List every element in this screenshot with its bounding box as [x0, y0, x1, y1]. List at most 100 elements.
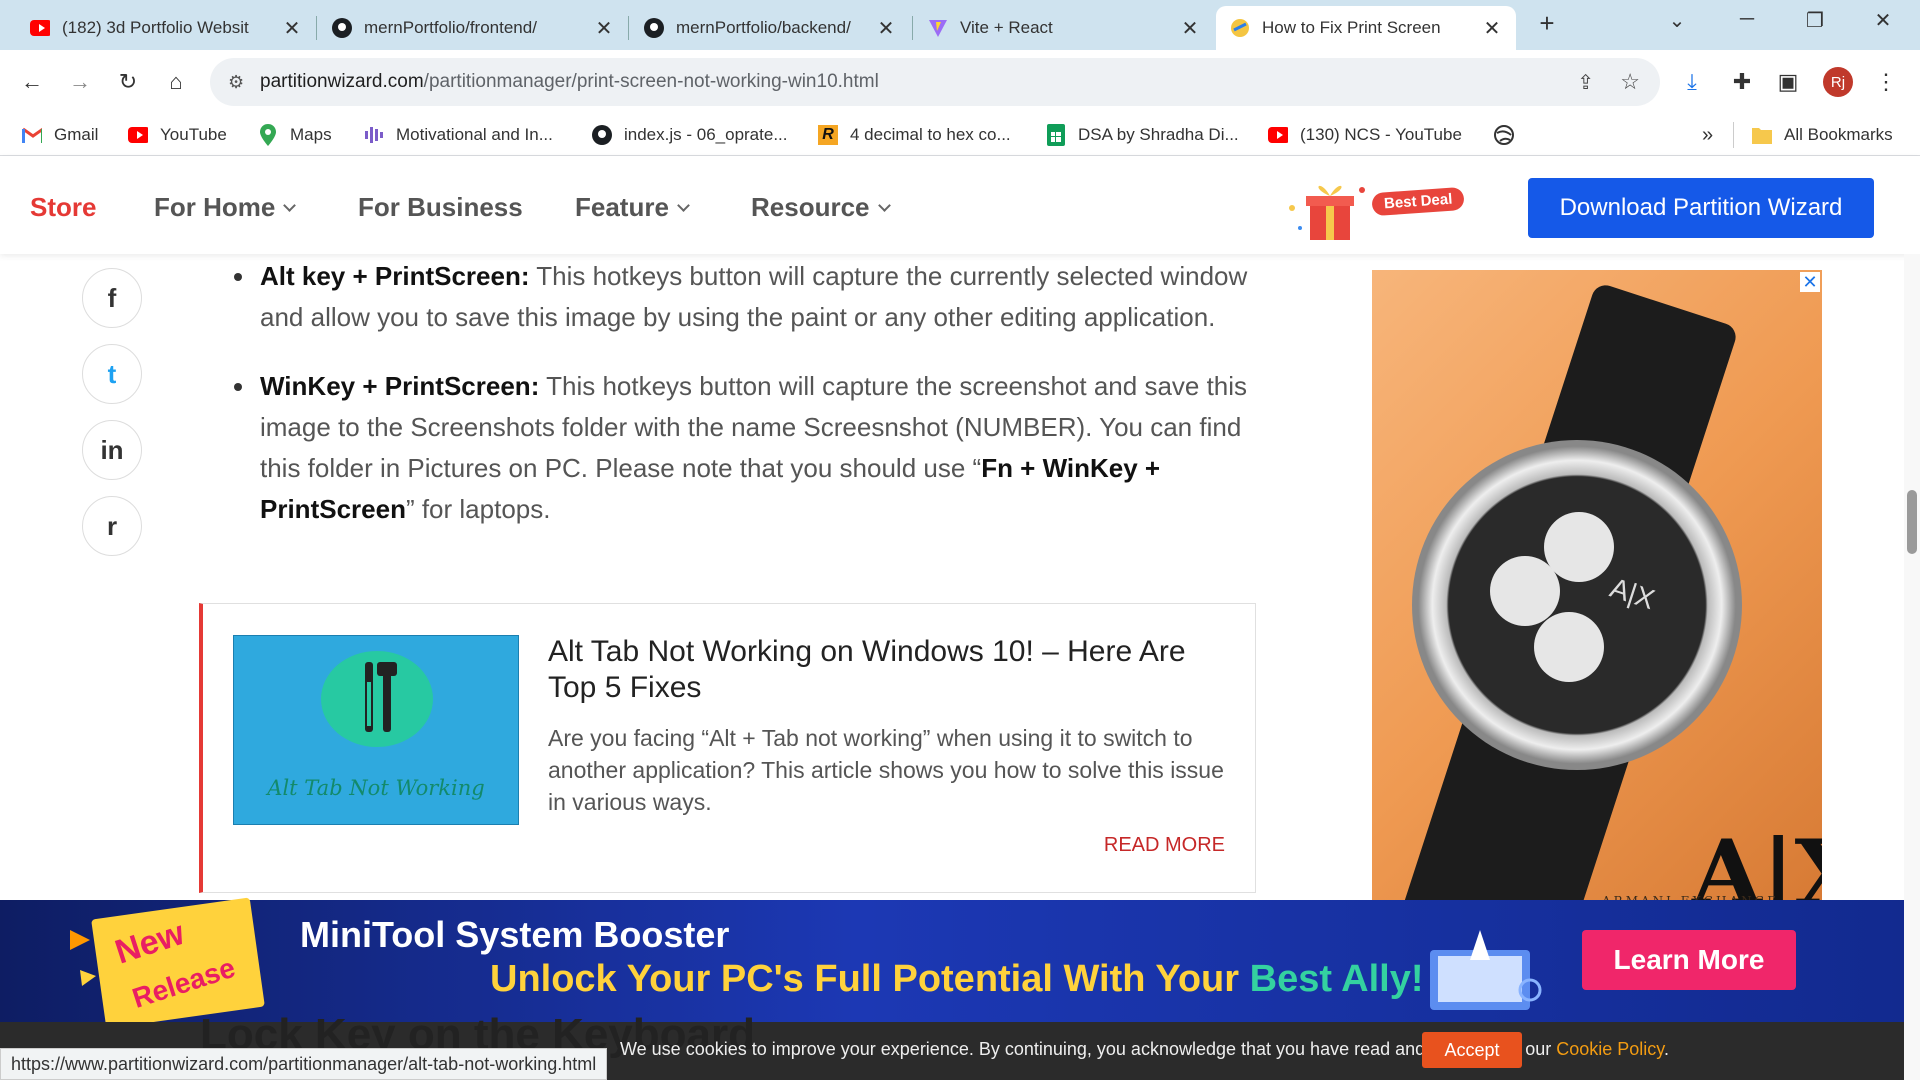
nav-for-home[interactable]: For Home [154, 192, 297, 223]
cookie-policy-link[interactable]: Cookie Policy [1556, 1039, 1664, 1059]
partitionwizard-icon [1230, 18, 1250, 38]
chevron-down-icon [877, 199, 891, 212]
bookmark-ncs-youtube[interactable]: (130) NCS - YouTube [1268, 122, 1462, 148]
close-tab-icon[interactable]: ✕ [282, 16, 302, 41]
close-tab-icon[interactable]: ✕ [594, 16, 614, 41]
card-title[interactable]: Alt Tab Not Working on Windows 10! – Her… [548, 634, 1228, 706]
minimize-icon[interactable]: ─ [1732, 8, 1762, 31]
tab-github-backend[interactable]: mernPortfolio/backend/ ✕ [630, 6, 910, 50]
bookmark-dsa[interactable]: DSA by Shradha Di... [1046, 122, 1239, 148]
minitool-promo-banner[interactable]: New Release MiniTool System Booster Unlo… [0, 897, 1904, 1029]
bookmarks-overflow-chevron[interactable]: » [1702, 122, 1713, 148]
share-page-icon[interactable]: ⇪ [1577, 70, 1594, 95]
best-deal-promo[interactable]: Best Deal [1280, 178, 1490, 242]
read-more-link[interactable]: READ MORE [1104, 834, 1225, 857]
bookmark-label: Motivational and In... [396, 125, 553, 144]
learn-more-button[interactable]: Learn More [1582, 930, 1796, 990]
nav-store[interactable]: Store [30, 192, 96, 223]
twitter-share-button[interactable]: t [82, 344, 142, 404]
bookmark-decimal-hex[interactable]: R 4 decimal to hex co... [818, 122, 1011, 148]
bullet-heading: Alt key + PrintScreen: [260, 261, 530, 291]
tab-vite-react[interactable]: Vite + React ✕ [914, 6, 1214, 50]
linkedin-share-button[interactable]: in [82, 420, 142, 480]
menu-kebab-icon[interactable]: ⋮ [1866, 62, 1906, 102]
close-window-icon[interactable]: ✕ [1868, 8, 1898, 33]
bookmark-youtube[interactable]: YouTube [128, 122, 227, 148]
reload-icon[interactable]: ↻ [108, 62, 148, 102]
nav-label: For Home [154, 192, 276, 222]
tab-divider [912, 16, 913, 40]
link-status-bar: https://www.partitionwizard.com/partitio… [0, 1048, 608, 1080]
nav-resource[interactable]: Resource [751, 192, 891, 223]
restore-icon[interactable]: ❐ [1800, 8, 1830, 33]
gift-box-icon [1289, 185, 1365, 240]
profile-avatar[interactable]: Rj [1818, 62, 1858, 102]
bookmark-label: Maps [290, 125, 332, 144]
watch-advertisement[interactable]: ✕ A|X A|X ARMANI EXCHANGE [1372, 270, 1822, 910]
podcast-icon [364, 125, 384, 145]
twitter-icon: t [107, 358, 117, 389]
bookmark-motivational[interactable]: Motivational and In... [364, 122, 553, 148]
page-scrollbar[interactable] [1904, 254, 1920, 1080]
github-icon [644, 18, 664, 38]
bookmark-maps[interactable]: Maps [258, 122, 332, 148]
close-tab-icon[interactable]: ✕ [1482, 16, 1502, 41]
thumbnail-caption: Alt Tab Not Working [267, 776, 485, 800]
reddit-share-button[interactable]: r [82, 496, 142, 556]
scrollbar-thumb[interactable] [1907, 490, 1917, 554]
github-icon [332, 18, 352, 38]
side-panel-icon[interactable]: ▣ [1768, 62, 1808, 102]
tab-youtube-portfolio[interactable]: (182) 3d Portfolio Websit ✕ [16, 6, 316, 50]
facebook-share-button[interactable]: f [82, 268, 142, 328]
forward-arrow-icon[interactable]: → [60, 62, 100, 102]
address-bar[interactable]: ⚙ partitionwizard.com/partitionmanager/p… [210, 58, 1660, 106]
address-text[interactable]: partitionwizard.com/partitionmanager/pri… [260, 71, 879, 93]
browser-toolbar: ← → ↻ ⌂ ⚙ partitionwizard.com/partitionm… [0, 50, 1920, 114]
tab-divider [316, 16, 317, 40]
all-bookmarks-label: All Bookmarks [1784, 125, 1893, 144]
ad-close-icon[interactable]: ✕ [1800, 272, 1820, 292]
download-icon[interactable]: ⤓ [1672, 62, 1712, 102]
tab-divider [628, 16, 629, 40]
related-article-card[interactable]: Alt Tab Not Working Alt Tab Not Working … [199, 603, 1256, 893]
close-tab-icon[interactable]: ✕ [1180, 16, 1200, 41]
all-bookmarks[interactable]: All Bookmarks [1752, 122, 1893, 148]
gmail-icon [22, 125, 42, 145]
bookmark-label: YouTube [160, 125, 227, 144]
chevron-down-icon [677, 199, 690, 212]
home-icon[interactable]: ⌂ [156, 62, 196, 102]
tab-search-chevron-icon[interactable]: ⌄ [1662, 8, 1692, 33]
download-partition-wizard-button[interactable]: Download Partition Wizard [1528, 178, 1874, 238]
back-arrow-icon[interactable]: ← [12, 62, 52, 102]
bookmark-star-icon[interactable]: ☆ [1620, 69, 1640, 95]
bookmark-indexjs[interactable]: index.js - 06_oprate... [592, 122, 787, 148]
article-thumbnail[interactable]: Alt Tab Not Working [233, 635, 519, 825]
accept-cookies-button[interactable]: Accept [1422, 1032, 1522, 1068]
r-icon: R [818, 125, 838, 145]
extensions-puzzle-icon[interactable]: ✚ [1722, 62, 1762, 102]
close-tab-icon[interactable]: ✕ [876, 16, 896, 41]
tab-partitionwizard[interactable]: How to Fix Print Screen ✕ [1216, 6, 1516, 50]
site-info-icon[interactable]: ⚙ [228, 72, 244, 93]
reddit-icon: r [106, 510, 118, 541]
github-icon [592, 125, 612, 145]
best-deal-badge: Best Deal [1371, 186, 1466, 217]
watch-face: A|X [1412, 440, 1742, 770]
bookmarks-divider [1733, 122, 1734, 148]
chevron-down-icon [283, 199, 297, 212]
bookmark-gmail[interactable]: Gmail [22, 122, 98, 148]
tab-github-frontend[interactable]: mernPortfolio/frontend/ ✕ [318, 6, 628, 50]
nav-feature[interactable]: Feature [575, 192, 690, 223]
list-item: Alt key + PrintScreen: This hotkeys butt… [224, 256, 1264, 338]
tab-title: Vite + React [960, 18, 1053, 37]
nav-for-business[interactable]: For Business [358, 192, 523, 223]
cookie-text-end: . [1663, 1039, 1669, 1059]
tab-title: mernPortfolio/backend/ [676, 18, 851, 37]
new-tab-button[interactable]: + [1532, 8, 1562, 39]
bookmark-globe[interactable] [1494, 122, 1526, 148]
vite-icon [928, 18, 948, 38]
youtube-icon [128, 125, 148, 145]
url-host: partitionwizard.com [260, 71, 424, 92]
subtitle-highlight: Best Ally! [1249, 958, 1424, 1000]
tab-title: (182) 3d Portfolio Websit [62, 18, 249, 37]
